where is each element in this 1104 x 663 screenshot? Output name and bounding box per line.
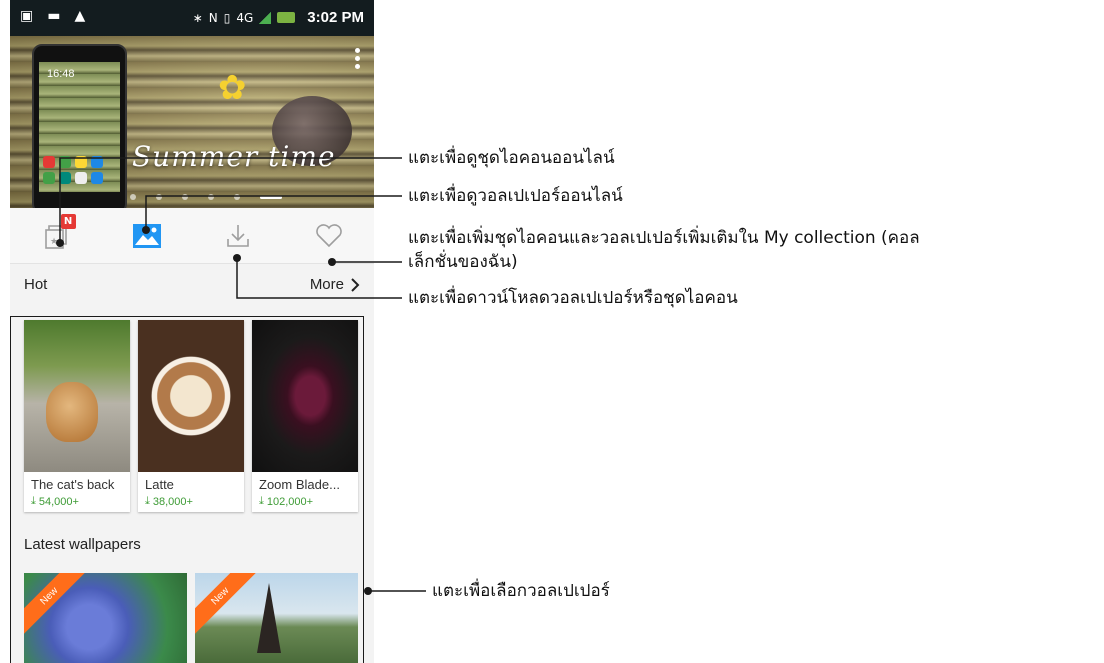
stage: ▣ ▬ ▲ ∗ N ▯ 4G 3:02 PM 16:48 ✿ Summer ti… bbox=[0, 0, 1104, 663]
callout-lines bbox=[56, 157, 426, 595]
callout-dot bbox=[364, 587, 372, 595]
callout-dot bbox=[233, 254, 241, 262]
callout-dot bbox=[142, 226, 150, 234]
callout-dot bbox=[56, 239, 64, 247]
callout-dot bbox=[328, 258, 336, 266]
